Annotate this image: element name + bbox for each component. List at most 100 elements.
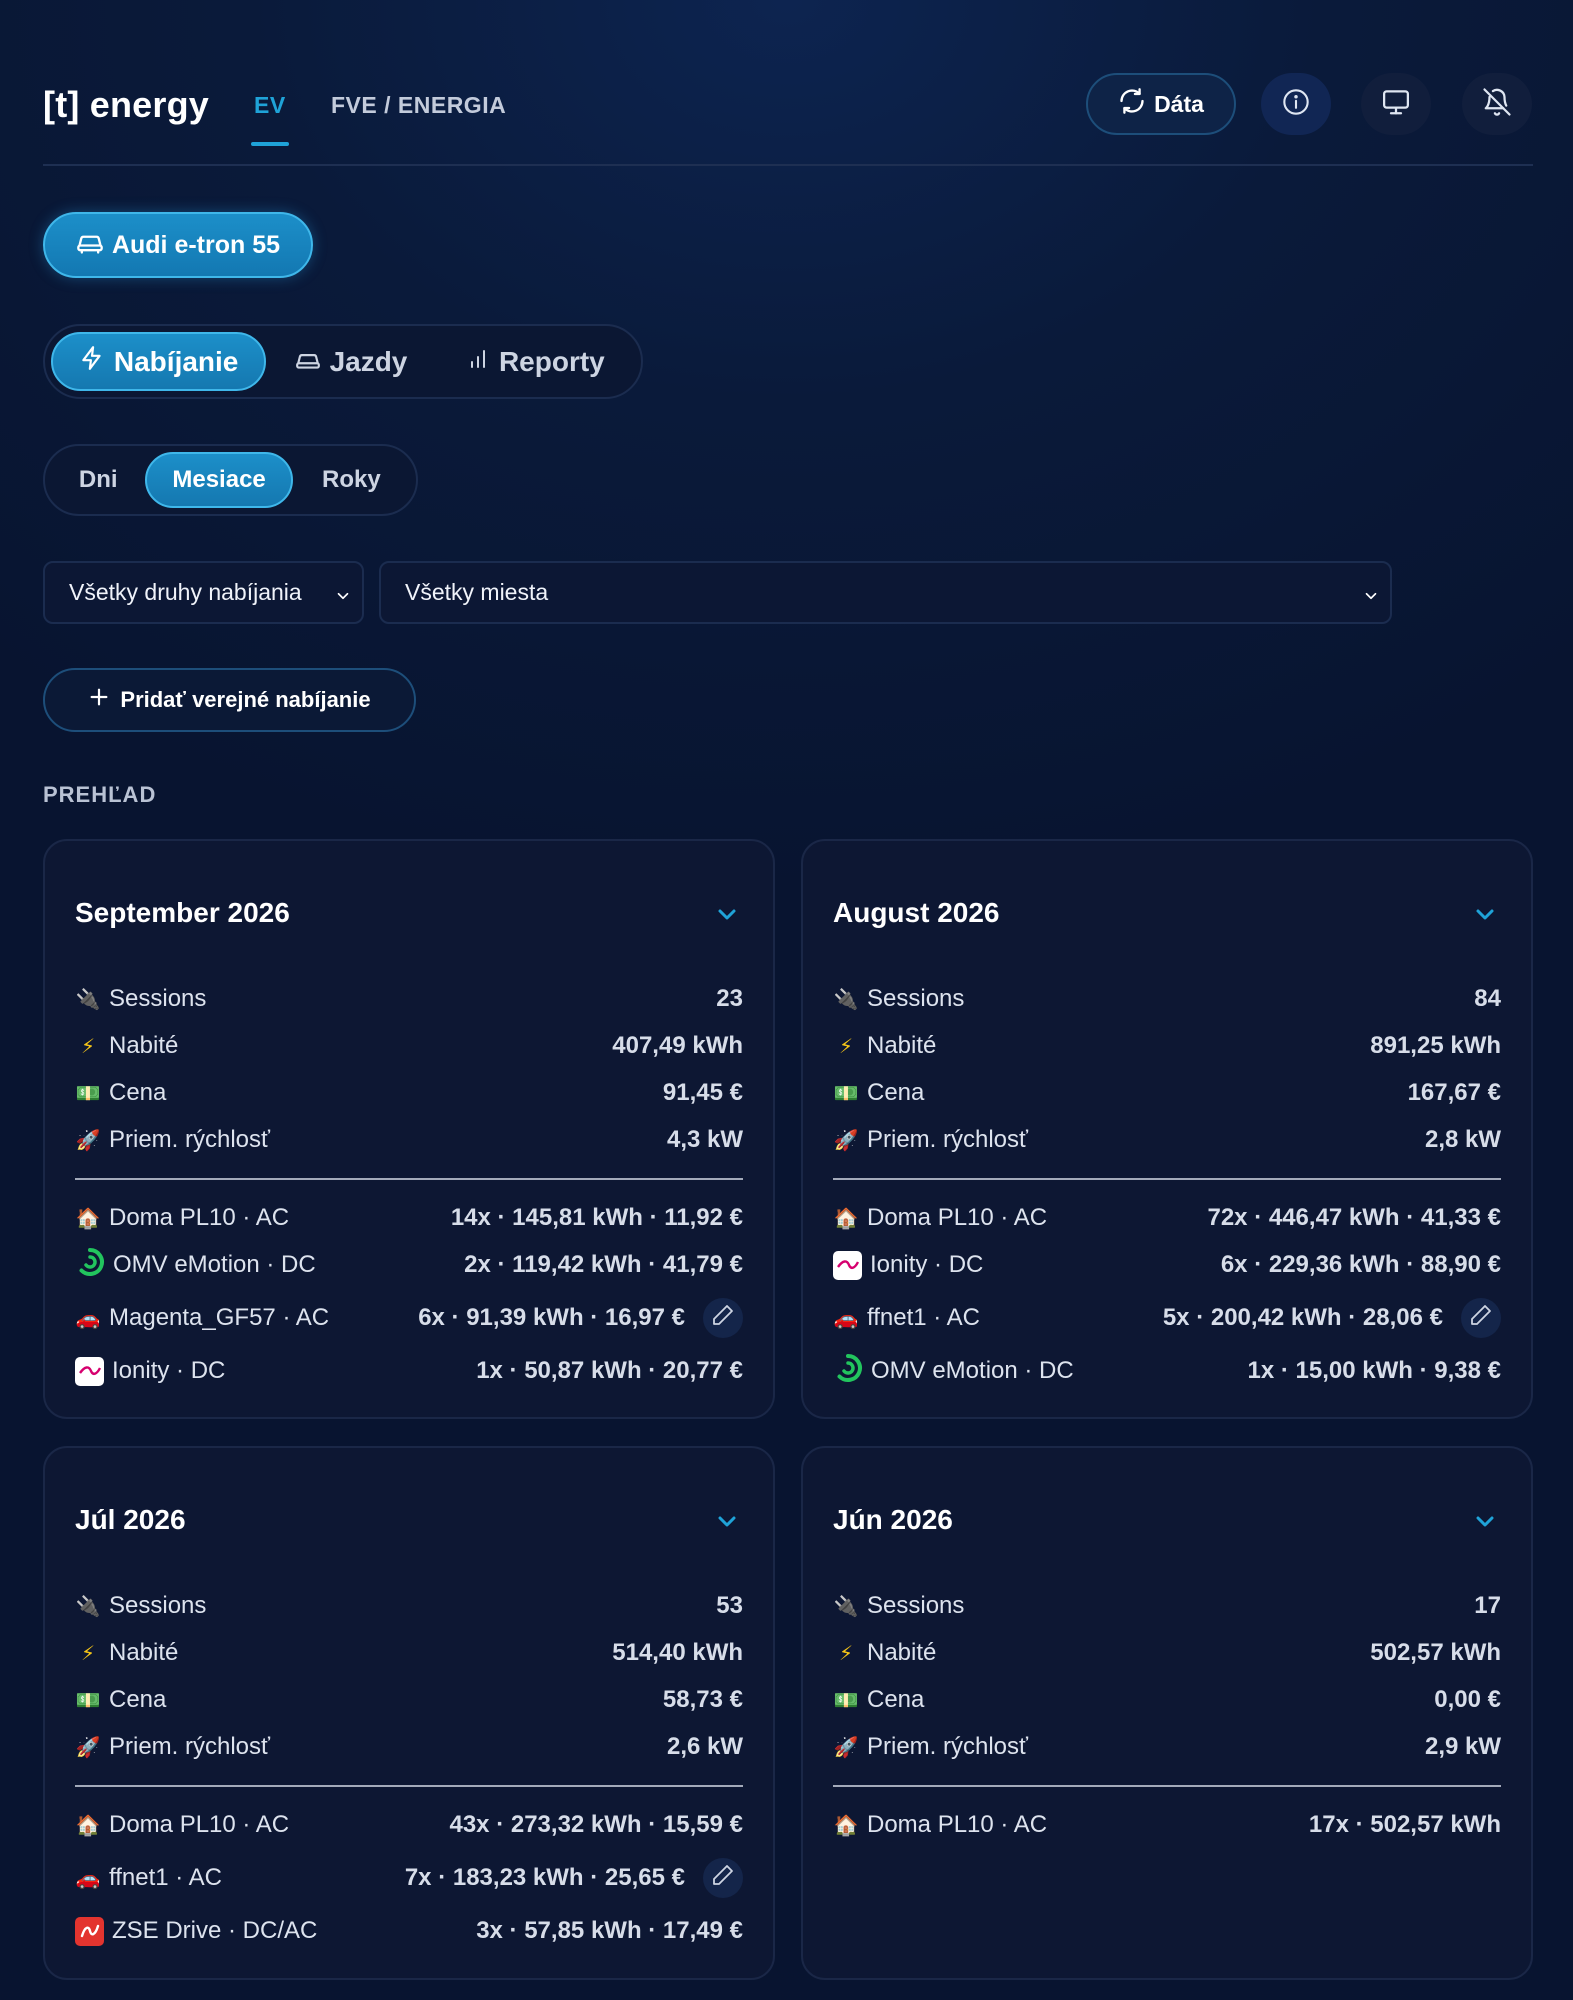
period-tabs: Dni Mesiace Roky [43,444,418,516]
month-card-june: Jún 2026 🔌 Sessions 17 ⚡ Nabité 502,57 kWh… [801,1446,1533,1980]
stat-label: Nabité [109,1639,179,1666]
tab-years[interactable]: Roky [293,452,410,508]
tab-trips[interactable]: Jazdy [266,332,435,391]
charging-type-value: Všetky druhy nabíjania [69,579,302,605]
location-detail: 14x · 145,81 kWh · 11,92 € [450,1204,743,1231]
refresh-icon [1118,87,1146,121]
refresh-data-button[interactable]: Dáta [1086,73,1236,135]
money-icon: 💵 [833,1688,859,1712]
tab-fve-energia[interactable]: FVE / ENERGIA [331,92,506,119]
location-row: OMV eMotion · DC 1x · 15,00 kWh · 9,38 € [833,1351,1501,1391]
chevron-down-icon [1362,584,1380,611]
money-icon: 💵 [75,1688,101,1712]
red-car-icon: 🚗 [833,1306,859,1330]
red-car-icon: 🚗 [75,1306,101,1330]
location-name: ZSE Drive · DC/AC [112,1917,318,1944]
stat-value: 91,45 € [662,1079,743,1106]
stat-value: 2,9 kW [1424,1733,1501,1760]
tab-reports[interactable]: Reporty [436,332,635,391]
lightning-icon: ⚡ [838,1034,854,1058]
location-detail: 2x · 119,42 kWh · 41,79 € [464,1251,743,1278]
month-title: Júl 2026 [75,1504,186,1535]
location-name: Doma PL10 · AC [867,1204,1048,1231]
tab-months[interactable]: Mesiace [145,452,293,508]
monitor-button[interactable] [1361,73,1431,135]
house-icon: 🏠 [833,1813,859,1837]
tab-reports-label: Reporty [498,345,605,377]
stat-row-charged: ⚡ Nabité 407,49 kWh [75,1026,743,1066]
location-detail: 72x · 446,47 kWh · 41,33 € [1207,1204,1501,1231]
location-row: Ionity · DC 1x · 50,87 kWh · 20,77 € [75,1351,743,1391]
tab-days[interactable]: Dni [51,452,145,508]
notifications-button[interactable] [1462,73,1532,135]
divider [833,1785,1501,1787]
location-name: Magenta_GF57 · AC [109,1304,330,1331]
zse-logo-icon [75,1916,104,1946]
plug-icon: 🔌 [75,1594,101,1618]
tab-charging-label: Nabíjanie [113,345,239,377]
stat-label: Nabité [867,1032,937,1059]
bell-off-icon [1482,87,1512,122]
app-logo: [t] energy [43,84,210,125]
tab-charging[interactable]: Nabíjanie [51,332,267,391]
month-card-july: Júl 2026 🔌 Sessions 53 ⚡ Nabité 514,40 kWh… [43,1446,775,1980]
edit-button[interactable] [1461,1298,1501,1338]
stat-value: 167,67 € [1407,1079,1501,1106]
stat-row-charged: ⚡ Nabité 891,25 kWh [833,1026,1501,1066]
location-row: 🏠 Doma PL10 · AC 43x · 273,32 kWh · 15,59… [75,1805,743,1845]
stat-row-sessions: 🔌 Sessions 23 [75,979,743,1019]
month-title: September 2026 [75,897,290,928]
stat-value: 84 [1474,985,1501,1012]
red-car-icon: 🚗 [75,1866,101,1890]
charging-type-select[interactable]: Všetky druhy nabíjania [43,561,364,624]
location-row: 🏠 Doma PL10 · AC 72x · 446,47 kWh · 41,33… [833,1198,1501,1238]
stat-label: Sessions [867,1592,965,1619]
money-icon: 💵 [75,1081,101,1105]
add-public-charging-button[interactable]: Pridať verejné nabíjanie [43,668,416,732]
pencil-icon [711,1303,735,1334]
stat-value: 58,73 € [662,1686,743,1713]
stat-value: 0,00 € [1434,1686,1501,1713]
stat-label: Cena [867,1079,925,1106]
chevron-down-icon[interactable] [713,1510,741,1539]
chevron-down-icon[interactable] [1471,903,1499,932]
rocket-icon: 🚀 [75,1128,101,1152]
location-name: Doma PL10 · AC [109,1811,290,1838]
edit-button[interactable] [703,1858,743,1898]
monitor-icon [1381,87,1411,122]
edit-button[interactable] [703,1298,743,1338]
stat-value: 2,8 kW [1424,1126,1501,1153]
location-detail: 1x · 50,87 kWh · 20,77 € [476,1357,743,1384]
stat-row-price: 💵 Cena 58,73 € [75,1680,743,1720]
refresh-data-label: Dáta [1154,90,1204,117]
location-detail: 6x · 91,39 kWh · 16,97 € [418,1304,685,1331]
month-title: Jún 2026 [833,1504,953,1535]
location-row: 🏠 Doma PL10 · AC 14x · 145,81 kWh · 11,92… [75,1198,743,1238]
stat-value: 23 [716,985,743,1012]
chevron-down-icon [334,584,352,611]
pencil-icon [1469,1303,1493,1334]
stat-row-sessions: 🔌 Sessions 17 [833,1586,1501,1626]
location-name: OMV eMotion · DC [113,1251,316,1278]
tab-ev[interactable]: EV [251,92,289,146]
stat-value: 17 [1474,1592,1501,1619]
divider [833,1178,1501,1180]
stat-label: Priem. rýchlosť [109,1733,271,1760]
chevron-down-icon[interactable] [713,903,741,932]
pencil-icon [711,1863,735,1894]
location-detail: 5x · 200,42 kWh · 28,06 € [1162,1304,1443,1331]
omv-logo-icon [833,1353,863,1390]
stat-row-charged: ⚡ Nabité 502,57 kWh [833,1633,1501,1673]
chevron-down-icon[interactable] [1471,1510,1499,1539]
info-button[interactable] [1261,73,1331,135]
location-name: ffnet1 · AC [867,1304,980,1331]
vehicle-select-button[interactable]: Audi e-tron 55 [43,212,313,278]
stat-row-speed: 🚀 Priem. rýchlosť 4,3 kW [75,1120,743,1160]
stat-row-price: 💵 Cena 91,45 € [75,1073,743,1113]
car-icon [76,230,104,261]
stat-row-charged: ⚡ Nabité 514,40 kWh [75,1633,743,1673]
stat-label: Cena [109,1686,167,1713]
house-icon: 🏠 [833,1206,859,1230]
location-select[interactable]: Všetky miesta [379,561,1392,624]
divider [75,1785,743,1787]
